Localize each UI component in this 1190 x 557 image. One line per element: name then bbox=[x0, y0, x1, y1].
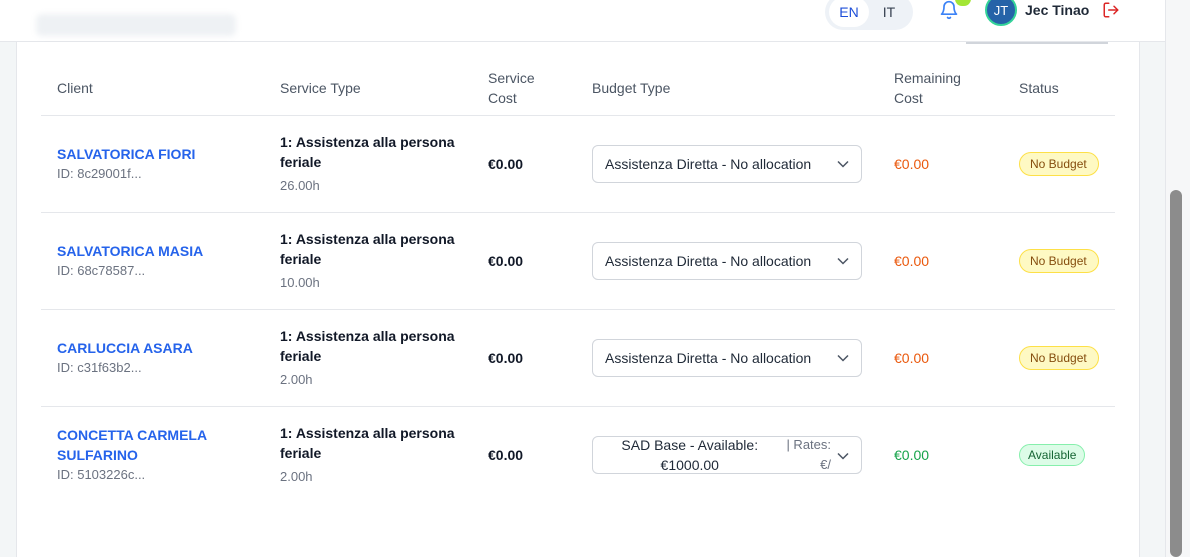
client-name-link[interactable]: SALVATORICA FIORI bbox=[57, 144, 280, 164]
chevron-down-icon bbox=[837, 354, 849, 362]
budget-type-cell: SAD Base - Available: €1000.00 | Rates: … bbox=[592, 406, 894, 503]
service-hours: 10.00h bbox=[280, 274, 320, 290]
service-cell: 1: Assistenza alla persona feriale 10.00… bbox=[280, 212, 488, 310]
budget-type-cell: Assistenza Diretta - No allocation bbox=[592, 212, 894, 310]
lang-en-button[interactable]: EN bbox=[829, 0, 869, 27]
budget-type-select[interactable]: Assistenza Diretta - No allocation bbox=[592, 338, 862, 377]
client-cell: SALVATORICA MASIA ID: 68c78587... bbox=[41, 212, 280, 310]
lang-it-button[interactable]: IT bbox=[869, 0, 909, 27]
budget-type-select[interactable]: SAD Base - Available: €1000.00 | Rates: … bbox=[592, 435, 862, 474]
column-service-type: Service Type bbox=[280, 62, 488, 116]
column-remaining-cost: Remaining Cost bbox=[894, 62, 1019, 116]
table-row: SALVATORICA FIORI ID: 8c29001f... 1: Ass… bbox=[41, 115, 1115, 213]
service-cost: €0.00 bbox=[488, 349, 524, 366]
service-name: 1: Assistenza alla persona feriale bbox=[280, 327, 455, 364]
client-cell: CONCETTA CARMELA SULFARINO ID: 5103226c.… bbox=[41, 406, 280, 503]
status-badge: No Budget bbox=[1019, 345, 1099, 370]
client-id: ID: 5103226c... bbox=[57, 466, 146, 482]
service-name: 1: Assistenza alla persona feriale bbox=[280, 133, 455, 170]
service-cost-cell: €0.00 bbox=[488, 406, 592, 503]
client-name-link[interactable]: CONCETTA CARMELA SULFARINO bbox=[57, 425, 217, 465]
service-cost-cell: €0.00 bbox=[488, 212, 592, 310]
service-cell: 1: Assistenza alla persona feriale 2.00h bbox=[280, 406, 488, 503]
budget-type-cell: Assistenza Diretta - No allocation bbox=[592, 115, 894, 213]
service-hours: 2.00h bbox=[280, 468, 313, 484]
remaining-cost-cell: €0.00 bbox=[894, 212, 1019, 310]
remaining-cost: €0.00 bbox=[894, 155, 930, 172]
budget-type-select[interactable]: Assistenza Diretta - No allocation bbox=[592, 241, 862, 280]
remaining-cost: €0.00 bbox=[894, 252, 930, 269]
column-remaining-cost-label: Remaining Cost bbox=[894, 70, 961, 107]
column-client: Client bbox=[41, 62, 280, 116]
budget-type-select[interactable]: Assistenza Diretta - No allocation bbox=[592, 144, 862, 183]
service-cost-cell: €0.00 bbox=[488, 115, 592, 213]
budget-table: Client Service Type Service Cost Budget … bbox=[41, 62, 1115, 503]
service-hours: 2.00h bbox=[280, 371, 313, 387]
client-name-link[interactable]: SALVATORICA MASIA bbox=[57, 241, 280, 261]
status-cell: No Budget bbox=[1019, 212, 1115, 310]
scrollbar-thumb[interactable] bbox=[1170, 190, 1182, 557]
client-id: ID: 8c29001f... bbox=[57, 165, 142, 181]
client-cell: CARLUCCIA ASARA ID: c31f63b2... bbox=[41, 309, 280, 407]
chevron-down-icon bbox=[837, 257, 849, 265]
page-title-placeholder bbox=[36, 14, 236, 36]
chevron-down-icon bbox=[837, 452, 849, 460]
remaining-cost: €0.00 bbox=[894, 349, 930, 366]
column-status: Status bbox=[1019, 62, 1115, 116]
chevron-down-icon bbox=[837, 160, 849, 168]
table-row: SALVATORICA MASIA ID: 68c78587... 1: Ass… bbox=[41, 212, 1115, 310]
budget-type-value: SAD Base - Available: €1000.00 bbox=[621, 436, 759, 473]
table-row: CONCETTA CARMELA SULFARINO ID: 5103226c.… bbox=[41, 406, 1115, 503]
table-row: CARLUCCIA ASARA ID: c31f63b2... 1: Assis… bbox=[41, 309, 1115, 407]
budget-type-value: Assistenza Diretta - No allocation bbox=[605, 252, 812, 269]
client-name-link[interactable]: CARLUCCIA ASARA bbox=[57, 338, 280, 358]
status-cell: No Budget bbox=[1019, 309, 1115, 407]
service-cost: €0.00 bbox=[488, 252, 524, 269]
column-service-cost: Service Cost bbox=[488, 62, 592, 116]
remaining-cost: €0.00 bbox=[894, 446, 930, 463]
service-cost-cell: €0.00 bbox=[488, 309, 592, 407]
status-badge: No Budget bbox=[1019, 248, 1099, 273]
remaining-cost-cell: €0.00 bbox=[894, 309, 1019, 407]
client-id: ID: c31f63b2... bbox=[57, 359, 142, 375]
column-budget-type: Budget Type bbox=[592, 62, 894, 116]
filter-edge bbox=[966, 42, 1108, 44]
client-id: ID: 68c78587... bbox=[57, 262, 146, 278]
language-toggle: EN IT bbox=[825, 0, 913, 30]
service-cost: €0.00 bbox=[488, 155, 524, 172]
budget-type-cell: Assistenza Diretta - No allocation bbox=[592, 309, 894, 407]
service-cell: 1: Assistenza alla persona feriale 26.00… bbox=[280, 115, 488, 213]
column-service-cost-label: Service Cost bbox=[488, 70, 535, 107]
service-name: 1: Assistenza alla persona feriale bbox=[280, 230, 455, 267]
client-cell: SALVATORICA FIORI ID: 8c29001f... bbox=[41, 115, 280, 213]
budget-type-value: Assistenza Diretta - No allocation bbox=[605, 155, 812, 172]
remaining-cost-cell: €0.00 bbox=[894, 115, 1019, 213]
table-header-row: Client Service Type Service Cost Budget … bbox=[41, 62, 1115, 116]
logout-icon[interactable] bbox=[1102, 1, 1120, 19]
status-cell: Available bbox=[1019, 406, 1115, 503]
status-cell: No Budget bbox=[1019, 115, 1115, 213]
budget-type-value: Assistenza Diretta - No allocation bbox=[605, 349, 812, 366]
remaining-cost-cell: €0.00 bbox=[894, 406, 1019, 503]
status-badge: Available bbox=[1019, 443, 1086, 466]
service-hours: 26.00h bbox=[280, 177, 320, 193]
status-badge: No Budget bbox=[1019, 151, 1099, 176]
service-name: 1: Assistenza alla persona feriale bbox=[280, 424, 455, 461]
service-cost: €0.00 bbox=[488, 446, 524, 463]
budget-type-rates: | Rates: €/ bbox=[786, 436, 831, 472]
service-cell: 1: Assistenza alla persona feriale 2.00h bbox=[280, 309, 488, 407]
user-name[interactable]: Jec Tinao bbox=[1025, 2, 1089, 18]
